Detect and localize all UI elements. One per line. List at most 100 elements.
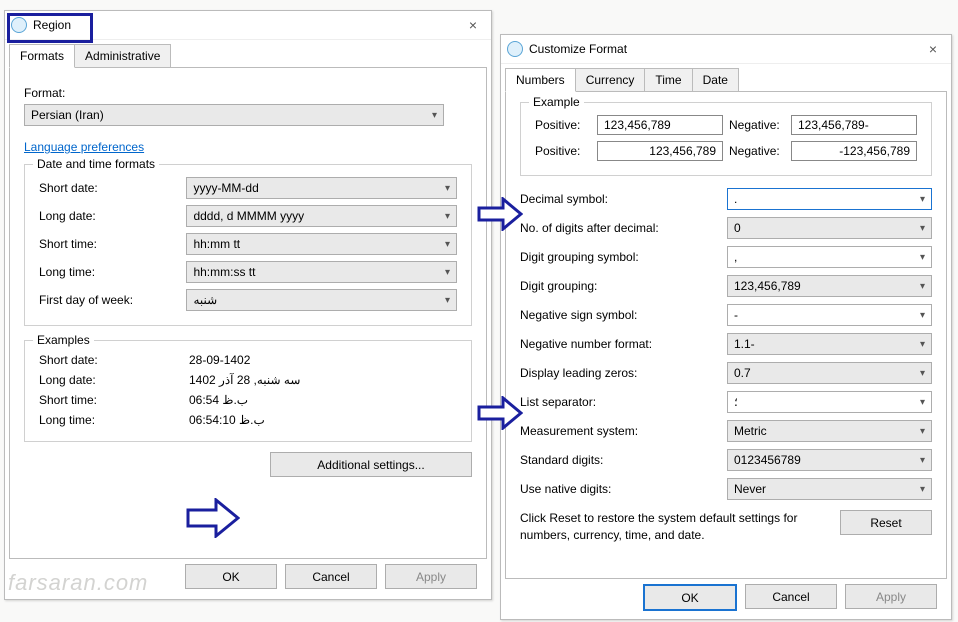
tab-currency[interactable]: Currency xyxy=(575,68,646,92)
short-time-label: Short time: xyxy=(39,237,186,251)
example-short-date-label: Short date: xyxy=(39,353,189,367)
long-time-dropdown[interactable]: hh:mm:ss tt ▾ xyxy=(186,261,457,283)
positive-text2: 123,456,789 xyxy=(597,141,723,161)
example-long-date-value: سه شنبه, 28 آذر 1402 xyxy=(189,373,300,387)
reset-description: Click Reset to restore the system defaul… xyxy=(520,510,840,544)
measurement-label: Measurement system: xyxy=(520,424,710,438)
additional-settings-button[interactable]: Additional settings... xyxy=(270,452,472,477)
customize-titlebar: Customize Format × xyxy=(501,35,951,64)
apply-button[interactable]: Apply xyxy=(385,564,477,589)
customize-tab-body: Example Positive: 123,456,789 Negative: … xyxy=(505,91,947,579)
long-time-label: Long time: xyxy=(39,265,186,279)
chevron-down-icon: ▾ xyxy=(920,281,925,292)
chevron-down-icon: ▾ xyxy=(920,426,925,437)
first-day-dropdown[interactable]: شنبه ▾ xyxy=(186,289,457,311)
long-date-value: dddd, d MMMM yyyy xyxy=(193,209,304,223)
negative-format-label: Negative number format: xyxy=(520,337,710,351)
first-day-label: First day of week: xyxy=(39,293,186,307)
decimal-symbol-dropdown[interactable]: . ▾ xyxy=(727,188,932,210)
tab-formats[interactable]: Formats xyxy=(9,44,75,68)
chevron-down-icon: ▾ xyxy=(920,194,925,205)
short-time-value: hh:mm tt xyxy=(193,237,240,251)
native-digits-value: Never xyxy=(734,482,766,496)
negative-sign-label: Negative sign symbol: xyxy=(520,308,710,322)
standard-digits-dropdown[interactable]: 0123456789 ▾ xyxy=(727,449,932,471)
negative-sign-dropdown[interactable]: - ▾ xyxy=(727,304,932,326)
chevron-down-icon: ▾ xyxy=(920,484,925,495)
chevron-down-icon: ▾ xyxy=(445,211,450,222)
positive-label: Positive: xyxy=(535,118,591,132)
region-tab-body: Format: Persian (Iran) ▾ Language prefer… xyxy=(9,67,487,559)
examples-group: Examples Short date: 28-09-1402 Long dat… xyxy=(24,340,472,442)
negative-format-dropdown[interactable]: 1.1- ▾ xyxy=(727,333,932,355)
format-dropdown[interactable]: Persian (Iran) ▾ xyxy=(24,104,444,126)
customize-title: Customize Format xyxy=(529,42,627,56)
tab-date[interactable]: Date xyxy=(692,68,739,92)
chevron-down-icon: ▾ xyxy=(920,455,925,466)
chevron-down-icon: ▾ xyxy=(920,252,925,263)
decimal-symbol-label: Decimal symbol: xyxy=(520,192,710,206)
first-day-value: شنبه xyxy=(193,293,217,307)
example-short-date-value: 28-09-1402 xyxy=(189,353,250,367)
short-date-value: yyyy-MM-dd xyxy=(193,181,258,195)
long-time-value: hh:mm:ss tt xyxy=(193,265,255,279)
apply-button[interactable]: Apply xyxy=(845,584,937,609)
list-separator-label: List separator: xyxy=(520,395,710,409)
positive-label: Positive: xyxy=(535,144,591,158)
digits-after-label: No. of digits after decimal: xyxy=(520,221,710,235)
customize-tabstrip: Numbers Currency Time Date xyxy=(501,64,951,92)
globe-icon xyxy=(11,17,27,33)
region-title: Region xyxy=(33,18,71,32)
cancel-button[interactable]: Cancel xyxy=(285,564,377,589)
tab-time[interactable]: Time xyxy=(644,68,692,92)
language-preferences-link[interactable]: Language preferences xyxy=(24,140,144,154)
negative-text2: -123,456,789 xyxy=(791,141,917,161)
leading-zeros-label: Display leading zeros: xyxy=(520,366,710,380)
chevron-down-icon: ▾ xyxy=(920,397,925,408)
digit-grouping-dropdown[interactable]: 123,456,789 ▾ xyxy=(727,275,932,297)
group-symbol-value: , xyxy=(734,250,737,264)
decimal-symbol-value: . xyxy=(734,192,737,206)
example-long-date-label: Long date: xyxy=(39,373,189,387)
chevron-down-icon: ▾ xyxy=(445,239,450,250)
short-time-dropdown[interactable]: hh:mm tt ▾ xyxy=(186,233,457,255)
tab-administrative[interactable]: Administrative xyxy=(74,44,171,68)
format-label: Format: xyxy=(24,86,472,100)
positive-text1: 123,456,789 xyxy=(597,115,723,135)
cancel-button[interactable]: Cancel xyxy=(745,584,837,609)
negative-value2: -123,456,789 xyxy=(839,144,910,158)
leading-zeros-dropdown[interactable]: 0.7 ▾ xyxy=(727,362,932,384)
date-time-group: Date and time formats Short date: yyyy-M… xyxy=(24,164,472,326)
digits-after-value: 0 xyxy=(734,221,741,235)
digits-after-dropdown[interactable]: 0 ▾ xyxy=(727,217,932,239)
example-long-time-label: Long time: xyxy=(39,413,189,427)
watermark: farsaran.com xyxy=(8,570,148,596)
positive-value2: 123,456,789 xyxy=(649,144,716,158)
close-icon[interactable]: × xyxy=(461,15,485,35)
examples-legend: Examples xyxy=(33,333,94,347)
negative-label: Negative: xyxy=(729,118,785,132)
ok-button[interactable]: OK xyxy=(643,584,737,611)
group-symbol-dropdown[interactable]: , ▾ xyxy=(727,246,932,268)
native-digits-label: Use native digits: xyxy=(520,482,710,496)
ok-button[interactable]: OK xyxy=(185,564,277,589)
long-date-label: Long date: xyxy=(39,209,186,223)
globe-icon xyxy=(507,41,523,57)
chevron-down-icon: ▾ xyxy=(445,183,450,194)
close-icon[interactable]: × xyxy=(921,39,945,59)
native-digits-dropdown[interactable]: Never ▾ xyxy=(727,478,932,500)
reset-button[interactable]: Reset xyxy=(840,510,932,535)
digit-grouping-value: 123,456,789 xyxy=(734,279,801,293)
measurement-value: Metric xyxy=(734,424,767,438)
region-titlebar: Region × xyxy=(5,11,491,40)
standard-digits-value: 0123456789 xyxy=(734,453,801,467)
chevron-down-icon: ▾ xyxy=(445,267,450,278)
long-date-dropdown[interactable]: dddd, d MMMM yyyy ▾ xyxy=(186,205,457,227)
chevron-down-icon: ▾ xyxy=(432,110,437,121)
short-date-dropdown[interactable]: yyyy-MM-dd ▾ xyxy=(186,177,457,199)
measurement-dropdown[interactable]: Metric ▾ xyxy=(727,420,932,442)
leading-zeros-value: 0.7 xyxy=(734,366,751,380)
tab-numbers[interactable]: Numbers xyxy=(505,68,576,92)
short-date-label: Short date: xyxy=(39,181,186,195)
list-separator-dropdown[interactable]: ؛ ▾ xyxy=(727,391,932,413)
